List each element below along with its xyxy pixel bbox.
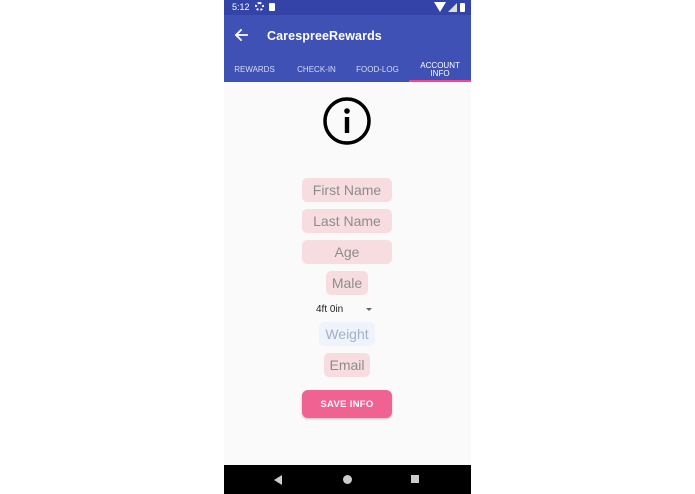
weight-placeholder: Weight bbox=[325, 326, 369, 342]
tab-rewards-label: REWARDS bbox=[234, 65, 275, 74]
nav-back-icon[interactable] bbox=[274, 475, 282, 485]
gender-value: Male bbox=[331, 275, 363, 291]
wifi-icon bbox=[434, 2, 446, 12]
signal-icon bbox=[448, 3, 457, 12]
tab-rewards[interactable]: REWARDS bbox=[224, 58, 285, 82]
first-name-placeholder: First Name bbox=[312, 182, 382, 198]
height-selected-value: 4ft 0in bbox=[316, 304, 344, 315]
tab-food-log[interactable]: FOOD-LOG bbox=[347, 58, 408, 82]
tab-account-info-label: ACCOUNT INFO bbox=[420, 61, 460, 78]
info-icon bbox=[323, 97, 371, 145]
nav-recents-icon[interactable] bbox=[411, 475, 419, 483]
sd-card-icon bbox=[269, 3, 275, 11]
save-info-label: SAVE INFO bbox=[320, 398, 374, 410]
tab-check-in-label: CHECK-IN bbox=[297, 65, 336, 74]
first-name-field[interactable]: First Name bbox=[302, 178, 392, 202]
last-name-field[interactable]: Last Name bbox=[302, 209, 392, 233]
tab-food-log-label: FOOD-LOG bbox=[356, 65, 399, 74]
height-dropdown[interactable]: 4ft 0in bbox=[316, 302, 380, 318]
dropdown-arrow-icon bbox=[366, 308, 372, 311]
tab-bar: REWARDS CHECK-IN FOOD-LOG ACCOUNT INFO bbox=[224, 58, 471, 82]
age-field[interactable]: Age bbox=[302, 240, 392, 264]
arrow-back-icon[interactable] bbox=[234, 27, 248, 43]
battery-icon bbox=[460, 3, 465, 12]
nav-home-icon[interactable] bbox=[343, 475, 352, 484]
tab-account-info[interactable]: ACCOUNT INFO bbox=[409, 58, 471, 82]
tab-check-in[interactable]: CHECK-IN bbox=[286, 58, 347, 82]
weight-field[interactable]: Weight bbox=[319, 322, 375, 346]
gender-field[interactable]: Male bbox=[326, 271, 368, 295]
app-bar: CarespreeRewards bbox=[224, 15, 471, 58]
tab-indicator bbox=[409, 80, 471, 82]
app-title: CarespreeRewards bbox=[267, 29, 382, 43]
status-time: 5:12 bbox=[232, 2, 250, 12]
age-placeholder: Age bbox=[334, 244, 360, 260]
email-placeholder: Email bbox=[329, 357, 365, 373]
status-bar: 5:12 bbox=[224, 0, 471, 15]
save-info-button[interactable]: SAVE INFO bbox=[302, 390, 392, 418]
phone-screen: 5:12 CarespreeRewards REWARDS CHECK-IN F… bbox=[224, 0, 471, 494]
settings-icon bbox=[255, 2, 264, 11]
navigation-bar bbox=[224, 465, 471, 494]
email-field[interactable]: Email bbox=[324, 353, 370, 377]
last-name-placeholder: Last Name bbox=[313, 213, 381, 229]
